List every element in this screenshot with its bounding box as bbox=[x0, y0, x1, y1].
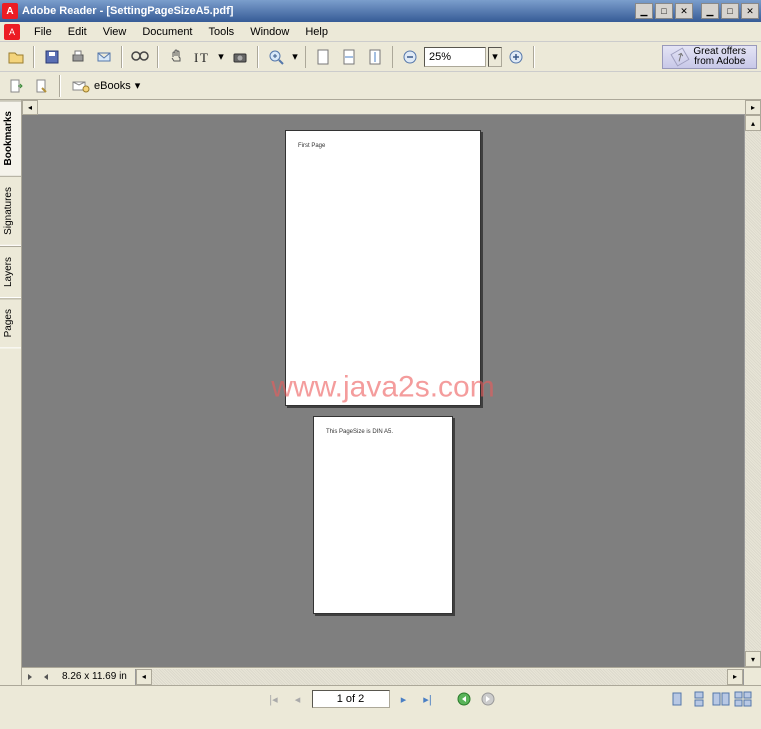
tab-layers[interactable]: Layers bbox=[0, 246, 21, 298]
scroll-down-button[interactable]: ▾ bbox=[745, 651, 761, 667]
page2-text: This PageSize is DIN A5. bbox=[326, 429, 440, 435]
document-content[interactable]: www.java2s.com First Page This PageSize … bbox=[22, 115, 744, 667]
toolbar-secondary: eBooks ▾ bbox=[0, 72, 761, 100]
dim-toggle-left[interactable] bbox=[22, 672, 38, 682]
panel-collapse-left[interactable]: ◂ bbox=[22, 100, 38, 115]
fit-visible-button[interactable] bbox=[363, 45, 387, 69]
back-button[interactable] bbox=[454, 689, 474, 709]
viewer-header: ◂ ▸ bbox=[22, 100, 761, 115]
window-controls: ▁ □ ✕ ▁ □ ✕ bbox=[635, 3, 759, 19]
zoom-plus-button[interactable] bbox=[504, 45, 528, 69]
print-button[interactable] bbox=[66, 45, 90, 69]
pdf-page-1[interactable]: First Page bbox=[285, 130, 481, 406]
page-number-input[interactable] bbox=[312, 690, 390, 708]
forward-button[interactable] bbox=[478, 689, 498, 709]
scroll-up-button[interactable]: ▴ bbox=[745, 115, 761, 131]
page1-text: First Page bbox=[298, 143, 468, 149]
facing-view[interactable] bbox=[711, 689, 731, 709]
menubar: A File Edit View Document Tools Window H… bbox=[0, 22, 761, 42]
menu-document[interactable]: Document bbox=[134, 24, 200, 40]
dim-toggle-left2[interactable] bbox=[38, 672, 54, 682]
app-icon: A bbox=[2, 3, 18, 19]
offers-line1: Great offers bbox=[693, 47, 746, 57]
review-button[interactable] bbox=[30, 74, 54, 98]
menu-tools[interactable]: Tools bbox=[201, 24, 243, 40]
menu-file[interactable]: File bbox=[26, 24, 60, 40]
toolbar-main: IT ▾ ▾ ▾ ↗ Great offers from Adobe bbox=[0, 42, 761, 72]
next-page-button[interactable]: ▸ bbox=[394, 689, 414, 709]
single-page-view[interactable] bbox=[667, 689, 687, 709]
export-button[interactable] bbox=[4, 74, 28, 98]
save-button[interactable] bbox=[40, 45, 64, 69]
svg-text:I: I bbox=[194, 50, 198, 65]
window-title: Adobe Reader - [SettingPageSizeA5.pdf] bbox=[22, 5, 635, 17]
page-dimensions: 8.26 x 11.69 in bbox=[54, 671, 135, 682]
offers-button[interactable]: ↗ Great offers from Adobe bbox=[662, 45, 757, 69]
horizontal-scrollbar[interactable]: ◂ ▸ bbox=[135, 669, 744, 685]
app-icon-small: A bbox=[4, 24, 20, 40]
fit-width-button[interactable] bbox=[337, 45, 361, 69]
ebooks-dropdown-icon: ▾ bbox=[135, 79, 141, 92]
vertical-scrollbar[interactable]: ▴ ▾ bbox=[744, 115, 761, 667]
svg-text:T: T bbox=[200, 50, 208, 65]
first-page-button[interactable]: |◂ bbox=[264, 689, 284, 709]
text-select-dropdown[interactable]: ▾ bbox=[216, 50, 226, 63]
hand-tool-button[interactable] bbox=[164, 45, 188, 69]
prev-page-button[interactable]: ◂ bbox=[288, 689, 308, 709]
bottom-info-bar: 8.26 x 11.69 in ◂ ▸ bbox=[22, 667, 761, 685]
menu-window[interactable]: Window bbox=[242, 24, 297, 40]
main-area: Bookmarks Signatures Layers Pages ◂ ▸ ww… bbox=[0, 100, 761, 685]
zoom-dropdown[interactable]: ▾ bbox=[290, 50, 300, 63]
titlebar: A Adobe Reader - [SettingPageSizeA5.pdf]… bbox=[0, 0, 761, 22]
minimize-button[interactable]: ▁ bbox=[701, 3, 719, 19]
text-select-button[interactable]: IT bbox=[190, 45, 214, 69]
pdf-page-2[interactable]: This PageSize is DIN A5. bbox=[313, 416, 453, 614]
zoom-in-button[interactable] bbox=[264, 45, 288, 69]
document-scroll: www.java2s.com First Page This PageSize … bbox=[22, 115, 761, 667]
zoom-out-button[interactable] bbox=[398, 45, 422, 69]
maximize-button-doc[interactable]: □ bbox=[655, 3, 673, 19]
menu-view[interactable]: View bbox=[95, 24, 135, 40]
view-mode-buttons bbox=[667, 689, 753, 709]
tab-bookmarks[interactable]: Bookmarks bbox=[0, 100, 21, 176]
zoom-input[interactable] bbox=[424, 47, 486, 67]
fit-page-button[interactable] bbox=[311, 45, 335, 69]
snapshot-button[interactable] bbox=[228, 45, 252, 69]
offers-arrow-icon: ↗ bbox=[671, 47, 690, 66]
document-viewer: ◂ ▸ www.java2s.com First Page This PageS… bbox=[22, 100, 761, 685]
statusbar: |◂ ◂ ▸ ▸| bbox=[0, 685, 761, 712]
scroll-track[interactable] bbox=[745, 131, 761, 651]
hscroll-right[interactable]: ▸ bbox=[727, 669, 743, 685]
ebooks-icon bbox=[72, 79, 90, 93]
maximize-button[interactable]: □ bbox=[721, 3, 739, 19]
tab-signatures[interactable]: Signatures bbox=[0, 176, 21, 246]
last-page-button[interactable]: ▸| bbox=[418, 689, 438, 709]
close-button-doc[interactable]: ✕ bbox=[675, 3, 693, 19]
open-button[interactable] bbox=[4, 45, 28, 69]
close-button[interactable]: ✕ bbox=[741, 3, 759, 19]
panel-collapse-right[interactable]: ▸ bbox=[745, 100, 761, 115]
search-button[interactable] bbox=[128, 45, 152, 69]
continuous-facing-view[interactable] bbox=[733, 689, 753, 709]
zoom-value-dropdown[interactable]: ▾ bbox=[488, 47, 502, 67]
side-tabs: Bookmarks Signatures Layers Pages bbox=[0, 100, 22, 685]
hscroll-left[interactable]: ◂ bbox=[136, 669, 152, 685]
offers-line2: from Adobe bbox=[693, 57, 746, 67]
ebooks-button[interactable]: eBooks ▾ bbox=[66, 75, 146, 97]
email-button[interactable] bbox=[92, 45, 116, 69]
minimize-button-doc[interactable]: ▁ bbox=[635, 3, 653, 19]
menu-help[interactable]: Help bbox=[297, 24, 336, 40]
menu-edit[interactable]: Edit bbox=[60, 24, 95, 40]
ebooks-label: eBooks bbox=[94, 80, 131, 92]
tab-pages[interactable]: Pages bbox=[0, 298, 21, 348]
continuous-view[interactable] bbox=[689, 689, 709, 709]
